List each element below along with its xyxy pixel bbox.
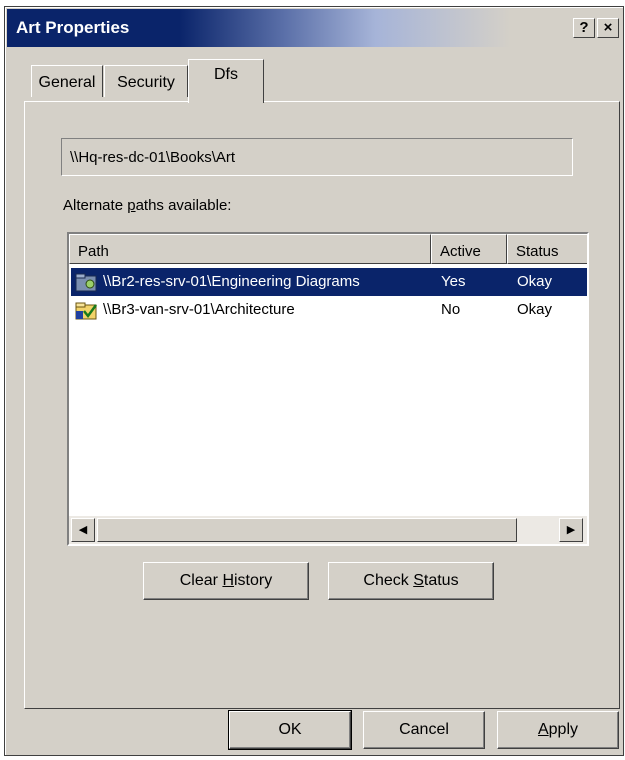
tab-security[interactable]: Security	[104, 65, 188, 97]
alternate-paths-list[interactable]: Path Active Status \\Br2-res-srv-01\Engi…	[67, 232, 589, 546]
folder-check-icon	[75, 302, 98, 320]
window-title: Art Properties	[16, 18, 130, 37]
row-path: \\Br2-res-srv-01\Engineering Diagrams	[103, 273, 360, 290]
apply-button[interactable]: Apply	[497, 711, 619, 749]
list-row-selected[interactable]: \\Br2-res-srv-01\Engineering Diagrams Ye…	[71, 268, 587, 296]
help-button[interactable]: ?	[573, 18, 595, 38]
dfs-path-value: \\Hq-res-dc-01\Books\Art	[70, 149, 236, 166]
tab-general-label: General	[38, 74, 96, 91]
row-path: \\Br3-van-srv-01\Architecture	[103, 301, 295, 318]
folder-share-icon	[75, 273, 97, 292]
properties-dialog: Art Properties ? × General Security Dfs …	[4, 6, 624, 756]
cancel-button[interactable]: Cancel	[363, 711, 485, 749]
row-active: Yes	[441, 273, 466, 290]
clear-history-button[interactable]: Clear History	[143, 562, 309, 600]
tab-dfs[interactable]: Dfs	[188, 59, 264, 103]
column-header-path[interactable]: Path	[69, 234, 431, 264]
check-status-button[interactable]: Check Status	[328, 562, 494, 600]
list-row[interactable]: \\Br3-van-srv-01\Architecture No Okay	[71, 296, 587, 324]
tab-dfs-label: Dfs	[214, 66, 238, 83]
row-active: No	[441, 301, 461, 318]
column-header-status[interactable]: Status	[507, 234, 587, 264]
alternate-paths-label: Alternate paths available:	[63, 197, 232, 214]
column-header-active[interactable]: Active	[431, 234, 507, 264]
tab-general[interactable]: General	[31, 65, 103, 97]
title-bar[interactable]: Art Properties ? ×	[7, 9, 621, 47]
scroll-left-arrow-icon[interactable]: ◀	[71, 518, 95, 542]
tab-security-label: Security	[117, 74, 175, 91]
scrollbar-thumb[interactable]	[97, 518, 517, 542]
ok-button[interactable]: OK	[228, 710, 352, 750]
row-status: Okay	[517, 301, 553, 318]
close-button[interactable]: ×	[597, 18, 619, 38]
dfs-path-field: \\Hq-res-dc-01\Books\Art	[61, 138, 573, 176]
row-status: Okay	[517, 273, 553, 290]
horizontal-scrollbar[interactable]: ◀ ▶	[69, 516, 587, 544]
scroll-right-arrow-icon[interactable]: ▶	[559, 518, 583, 542]
